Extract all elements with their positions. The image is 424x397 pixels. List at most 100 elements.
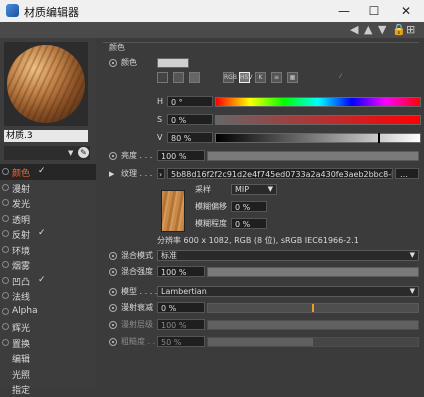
diffuse-level-slider[interactable] [207, 320, 419, 330]
channel-item[interactable]: 凹凸 ✓ [0, 273, 96, 289]
blur-offset-input[interactable]: 0 % [231, 201, 267, 212]
channel-item[interactable]: Alpha [0, 304, 96, 320]
value-marker[interactable] [378, 133, 380, 143]
new-window-icon[interactable]: ⊞ [406, 23, 415, 36]
channel-item[interactable]: 漫射 [0, 180, 96, 196]
hue-slider[interactable] [215, 97, 421, 107]
value-slider[interactable] [215, 133, 421, 143]
diffuse-level-row: 漫射层级 100 % [103, 319, 419, 331]
extra-item-assign[interactable]: 指定 [0, 381, 96, 397]
roughness-input[interactable]: 50 % [157, 336, 205, 347]
channel-item[interactable]: 置换 [0, 335, 96, 351]
brightness-row: 亮度 . . . 100 % [103, 150, 419, 162]
diffuse-falloff-slider[interactable] [207, 303, 419, 313]
channel-item[interactable]: 烟雾 [0, 257, 96, 273]
radio-icon[interactable] [2, 183, 9, 191]
close-button[interactable]: ✕ [392, 2, 420, 20]
blend-strength-input[interactable]: 100 % [157, 266, 205, 277]
radio-icon[interactable] [109, 59, 117, 67]
blend-strength-slider[interactable] [207, 267, 419, 277]
eyedropper-icon[interactable]: ⁄ [335, 72, 346, 83]
radio-icon[interactable] [109, 288, 117, 296]
radio-icon[interactable] [2, 338, 9, 346]
channel-nav: ▼ ✎ [4, 146, 90, 160]
pin-icon[interactable]: ✎ [78, 147, 89, 158]
sampling-dropdown[interactable]: MIP ▼ [231, 184, 277, 195]
arrow-left-icon[interactable]: ◀ [350, 23, 358, 36]
grid-mode-button[interactable]: ▦ [287, 72, 298, 83]
minimize-button[interactable]: — [330, 2, 358, 20]
channel-item[interactable]: 法线 [0, 288, 96, 304]
texture-path-field[interactable]: 5b88d16f2f2c91d2e4f745ed0733a2a430fe3aeb… [167, 168, 393, 179]
h-input[interactable]: 0 ° [167, 96, 213, 107]
diffuse-level-fill [208, 321, 418, 329]
material-name-field[interactable]: 材质.3 [4, 130, 88, 142]
material-preview[interactable] [4, 42, 88, 126]
extra-item-edit[interactable]: 编辑 [0, 350, 96, 366]
hsv-mode-button[interactable]: HSV [239, 72, 252, 83]
extra-item-lighting[interactable]: 光照 [0, 366, 96, 382]
blur-scale-input[interactable]: 0 % [231, 218, 267, 229]
brightness-slider[interactable] [207, 151, 419, 161]
channel-item[interactable]: 颜色 ✓ [0, 164, 96, 180]
radio-icon[interactable] [2, 292, 9, 299]
radio-icon[interactable] [109, 338, 117, 346]
h-row: H 0 ° [103, 96, 421, 108]
radio-icon[interactable] [109, 321, 117, 329]
channel-item[interactable]: 环境 [0, 242, 96, 258]
preview-sphere [7, 45, 85, 123]
check-icon[interactable]: ✓ [38, 228, 46, 238]
blend-strength-fill [208, 268, 418, 276]
radio-icon[interactable] [2, 245, 9, 253]
blend-mode-dropdown[interactable]: 标准 ▼ [157, 250, 419, 261]
spectrum-icon[interactable] [173, 72, 184, 83]
arrow-down-icon[interactable]: ▼ [378, 23, 386, 36]
arrow-up-icon[interactable]: ▲ [364, 23, 372, 36]
radio-icon[interactable] [2, 323, 9, 330]
radio-icon[interactable] [2, 276, 9, 284]
maximize-button[interactable]: ☐ [360, 2, 388, 20]
model-dropdown[interactable]: Lambertian ▼ [157, 286, 419, 297]
radio-icon[interactable] [2, 307, 9, 315]
check-icon[interactable]: ✓ [38, 275, 46, 285]
browse-button[interactable]: … [395, 168, 419, 179]
radio-icon[interactable] [2, 261, 9, 268]
color-label: 颜色 [121, 58, 137, 67]
radio-icon[interactable] [2, 230, 9, 237]
diffuse-level-input[interactable]: 100 % [157, 319, 205, 330]
v-input[interactable]: 80 % [167, 132, 213, 143]
expand-arrow-icon[interactable]: ▶ [109, 168, 114, 180]
left-panel: 材质.3 ▼ ✎ 颜色 ✓ 漫射 发光 透明 反射 ✓ 环境 烟雾 凹凸 ✓ 法线 A… [0, 38, 96, 396]
channel-item[interactable]: 辉光 [0, 319, 96, 335]
rgb-mode-button[interactable]: RGB [223, 72, 237, 83]
kelvin-mode-button[interactable]: K [255, 72, 266, 83]
diffuse-falloff-input[interactable]: 0 % [157, 302, 205, 313]
radio-icon[interactable] [109, 152, 117, 160]
sampling-row: 采样 MIP ▼ [103, 184, 419, 196]
check-icon[interactable]: ✓ [38, 166, 46, 176]
radio-icon[interactable] [2, 214, 9, 222]
radio-icon[interactable] [109, 252, 117, 260]
falloff-center-tick [312, 304, 314, 312]
texture-menu-button[interactable]: › [157, 168, 165, 179]
radio-icon[interactable] [109, 304, 117, 312]
color-wheel-icon[interactable] [157, 72, 168, 83]
list-mode-button[interactable]: ≡ [271, 72, 282, 83]
roughness-slider[interactable] [207, 337, 419, 347]
channel-item[interactable]: 透明 [0, 211, 96, 227]
color-swatch[interactable] [157, 58, 189, 68]
chevron-down-icon[interactable]: ▼ [68, 149, 73, 157]
radio-icon[interactable] [2, 199, 9, 206]
resolution-info: 分辨率 600 x 1082, RGB (8 位), sRGB IEC61966… [157, 236, 359, 245]
radio-icon[interactable] [109, 268, 117, 276]
brightness-input[interactable]: 100 % [157, 150, 205, 161]
saturation-slider[interactable] [215, 115, 421, 125]
channel-item[interactable]: 发光 [0, 195, 96, 211]
lock-icon[interactable]: 🔒 [392, 23, 406, 36]
image-icon[interactable] [189, 72, 200, 83]
brightness-fill [208, 152, 418, 160]
channel-item[interactable]: 反射 ✓ [0, 226, 96, 242]
s-input[interactable]: 0 % [167, 114, 213, 125]
blur-scale-row: 模糊程度 0 % [103, 218, 419, 230]
radio-icon[interactable] [2, 168, 9, 175]
